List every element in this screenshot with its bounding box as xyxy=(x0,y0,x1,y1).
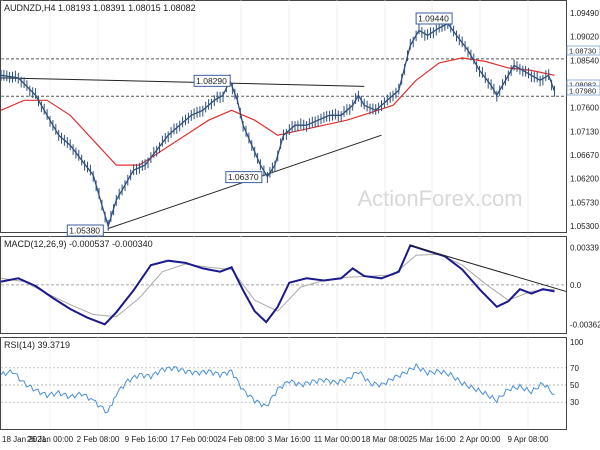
price-tick-label: 1.09020 xyxy=(570,33,599,42)
price-tag-text: 1.07980 xyxy=(569,87,596,96)
rsi-tick-label: 50 xyxy=(570,381,579,390)
macd-tick-label: -0.003624 xyxy=(570,321,600,330)
price-tick-label: 1.05300 xyxy=(570,222,599,231)
price-extreme-label: 1.09440 xyxy=(415,12,453,25)
rsi-label: RSI(14) 39.3719 xyxy=(4,340,70,350)
price-tick-label: 1.09490 xyxy=(570,9,599,18)
x-tick-label: 2 Feb 08:00 xyxy=(77,435,120,444)
rsi-tick-label: 100 xyxy=(570,338,584,347)
price-tick-label: 1.05730 xyxy=(570,198,599,207)
x-tick-label: 11 Mar 00:00 xyxy=(314,435,361,444)
price-extreme-label: 1.06370 xyxy=(225,171,263,184)
price-tick-label: 1.07130 xyxy=(570,127,599,136)
watermark: ActionForex.com xyxy=(357,186,522,211)
rsi-tick-label: 70 xyxy=(570,364,579,373)
x-tick-label: 3 Mar 16:00 xyxy=(268,435,311,444)
price-extreme-text: 1.05380 xyxy=(69,226,100,236)
macd-tick-label: 0.00339 xyxy=(570,244,599,253)
price-tag: 1.08730 xyxy=(566,45,600,56)
price-tag-text: 1.08730 xyxy=(569,47,596,56)
price-tag: 1.07980 xyxy=(566,85,600,96)
x-tick-label: 2 Apr 00:00 xyxy=(460,435,501,444)
x-tick-label: 9 Feb 16:00 xyxy=(125,435,168,444)
price-extreme-text: 1.09440 xyxy=(418,13,449,23)
price-tick-label: 1.08540 xyxy=(570,56,599,65)
price-tick-label: 1.06670 xyxy=(570,151,599,160)
price-extreme-text: 1.06370 xyxy=(228,172,259,182)
x-tick-label: 9 Apr 08:00 xyxy=(508,435,549,444)
x-tick-label: 18 Mar 08:00 xyxy=(361,435,409,444)
macd-tick-label: 0.0 xyxy=(570,281,582,290)
x-tick-label: 24 Feb 08:00 xyxy=(217,435,265,444)
rsi-tick-label: 30 xyxy=(570,398,579,407)
macd-label: MACD(12,26,9) -0.000537 -0.000340 xyxy=(4,239,153,249)
symbol-label: AUDNZD,H4 xyxy=(4,3,56,13)
price-tick-label: 1.07600 xyxy=(570,104,599,113)
rsi-panel-frame xyxy=(0,337,567,430)
price-extreme-label: 1.08290 xyxy=(193,74,231,87)
x-tick-label: 25 Mar 16:00 xyxy=(408,435,456,444)
price-extreme-label: 1.05380 xyxy=(66,224,104,237)
chart-svg: ActionForex.com 1.09440 1.08290 1.06370 1.0… xyxy=(0,0,600,444)
ohlc-header: 1.08193 1.08391 1.08015 1.08082 xyxy=(58,3,196,13)
price-tick-label: 1.06200 xyxy=(570,175,599,184)
price-extreme-text: 1.08290 xyxy=(196,76,227,86)
x-tick-label: 26 Jan 00:00 xyxy=(27,435,74,444)
x-tick-label: 17 Feb 00:00 xyxy=(170,435,218,444)
